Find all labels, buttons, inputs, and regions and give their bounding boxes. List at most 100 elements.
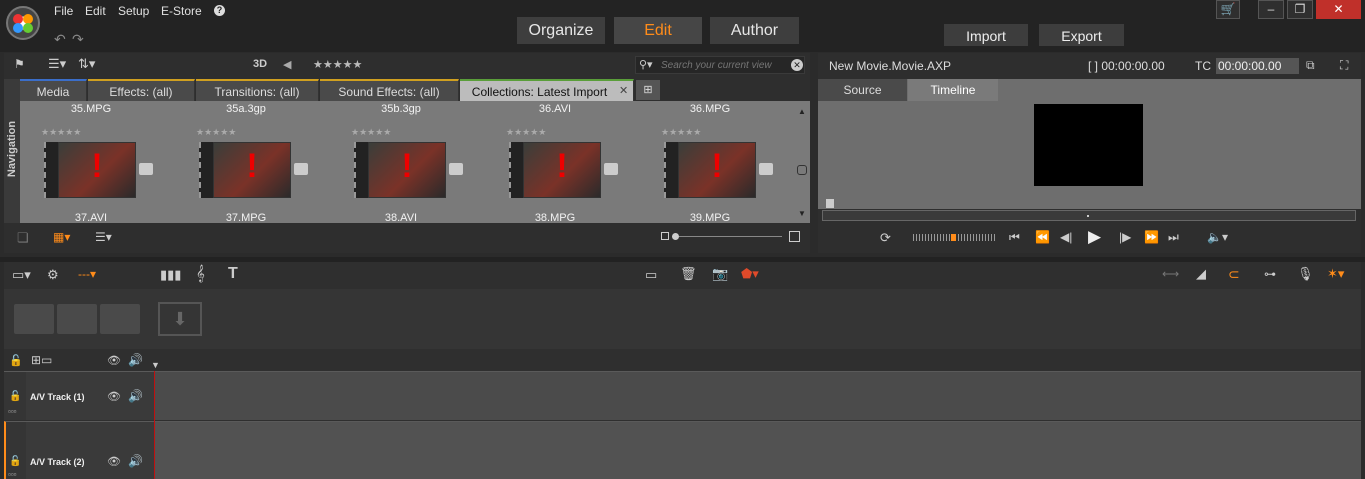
track-options-icon[interactable]: ▫▫▫ (8, 470, 17, 479)
close-button[interactable]: ✕ (1316, 0, 1361, 19)
tab-transitions[interactable]: Transitions: (all) (196, 79, 319, 101)
scorefitter-icon[interactable]: 𝄞 (196, 265, 205, 282)
folder-icon[interactable] (759, 163, 773, 175)
grid-view-icon[interactable]: ▦▾ (53, 230, 70, 244)
scrub-bar[interactable] (822, 210, 1356, 221)
author-button[interactable]: Author (710, 17, 799, 44)
menu-file[interactable]: File (54, 4, 73, 18)
title-icon[interactable]: T (228, 265, 238, 283)
clip-rating[interactable]: ★★★★★ (661, 127, 701, 138)
help-icon[interactable]: ? (214, 5, 225, 16)
magnet-icon[interactable]: ⊂ (1228, 266, 1240, 283)
shuttle-control[interactable] (913, 234, 995, 241)
snapshot-icon[interactable]: 📷 (712, 266, 728, 282)
restore-button[interactable]: ❐ (1287, 0, 1313, 19)
previous-frame-icon[interactable]: ⏪ (1035, 230, 1050, 244)
zoom-large-icon[interactable] (789, 231, 800, 242)
clip-thumbnail[interactable]: ! (199, 142, 299, 200)
lock-icon[interactable]: 🔓 (9, 456, 21, 467)
search-input[interactable] (661, 58, 786, 72)
scroll-thumb[interactable] (797, 165, 807, 175)
go-to-start-icon[interactable]: ⏮ (1009, 230, 1020, 245)
folder-icon[interactable] (294, 163, 308, 175)
lock-icon[interactable]: 🔓 (9, 391, 21, 402)
clip-rating[interactable]: ★★★★★ (41, 127, 81, 138)
close-tab-icon[interactable]: ✕ (619, 84, 628, 97)
clear-search-icon[interactable]: ✕ (791, 59, 803, 71)
add-tab-icon[interactable]: ⊞ (636, 80, 660, 100)
tab-timeline[interactable]: Timeline (908, 79, 998, 101)
gear-icon[interactable]: ⚙ (47, 267, 59, 283)
trash-icon[interactable]: 🗑 (680, 266, 697, 282)
storyboard-slot[interactable] (57, 304, 97, 334)
folder-icon[interactable] (139, 163, 153, 175)
clip-rating[interactable]: ★★★★★ (351, 127, 391, 138)
eye-icon[interactable]: 👁 (107, 390, 121, 403)
storyboard-slot[interactable] (100, 304, 140, 334)
track-row[interactable] (4, 421, 1361, 479)
zoom-slider[interactable] (672, 236, 782, 237)
marker-icon[interactable]: ⬟▾ (741, 266, 759, 282)
undo-icon[interactable]: ↶ (54, 31, 66, 48)
volume-icon[interactable]: 🔈▾ (1207, 230, 1228, 244)
audio-all-icon[interactable]: 🔊 (128, 353, 143, 367)
playhead-handle[interactable]: ▼ (151, 360, 160, 370)
tab-source[interactable]: Source (818, 79, 907, 101)
split-icon[interactable]: ⟷ (1162, 267, 1179, 281)
clip-thumbnail[interactable]: ! (44, 142, 144, 200)
zoom-slider-handle[interactable] (672, 233, 679, 240)
step-back-icon[interactable]: ◀| (1060, 230, 1072, 244)
menu-setup[interactable]: Setup (118, 4, 149, 18)
clip-thumbnail[interactable]: ! (664, 142, 764, 200)
tag-icon[interactable]: ⚑ (14, 57, 25, 71)
play-icon[interactable]: ▶ (1088, 227, 1101, 247)
tab-sound-effects[interactable]: Sound Effects: (all) (320, 79, 459, 101)
cart-icon[interactable]: 🛒 (1216, 0, 1240, 19)
dynamic-length-icon[interactable]: ⊶ (1264, 267, 1276, 281)
panel-divider[interactable] (0, 257, 1365, 262)
track-options-icon[interactable]: ▫▫▫ (8, 407, 17, 416)
tab-collections[interactable]: Collections: Latest Import (460, 79, 634, 101)
redo-icon[interactable]: ↷ (72, 31, 84, 48)
storyboard-drop-icon[interactable]: ⬇ (158, 302, 202, 336)
clip-thumbnail[interactable]: ! (354, 142, 454, 200)
navigation-sidebar[interactable]: Navigation (4, 79, 20, 223)
next-frame-icon[interactable]: ⏩ (1144, 230, 1159, 244)
lock-all-icon[interactable]: 🔓 (9, 354, 23, 367)
organize-button[interactable]: Organize (517, 17, 605, 44)
fullscreen-icon[interactable]: ⛶ (1340, 58, 1348, 73)
folder-icon[interactable] (604, 163, 618, 175)
loop-icon[interactable]: ⟳ (880, 230, 891, 246)
tab-media[interactable]: Media (20, 79, 87, 101)
tab-effects[interactable]: Effects: (all) (88, 79, 195, 101)
audio-mixer-icon[interactable]: ▮▮▮ (160, 267, 181, 283)
razor-icon[interactable]: ▭ (645, 267, 657, 283)
external-monitor-icon[interactable]: ⧉ (1306, 58, 1315, 73)
view-3d-toggle[interactable]: 3D (253, 58, 267, 70)
eye-all-icon[interactable]: 👁 (107, 354, 121, 367)
eye-icon[interactable]: 👁 (107, 455, 121, 468)
tag-filter-icon[interactable]: ◀ (283, 58, 291, 71)
voice-over-icon[interactable]: 🎙 (1297, 266, 1314, 282)
minimize-button[interactable]: – (1258, 0, 1284, 19)
export-button[interactable]: Export (1039, 24, 1124, 46)
grid-scrollbar[interactable]: ▲ ▼ (795, 101, 809, 223)
sort-icon[interactable]: ⇅▾ (78, 56, 95, 72)
rating-filter[interactable]: ★★★★★ (313, 58, 362, 71)
storyboard-slot[interactable] (14, 304, 54, 334)
speaker-icon[interactable]: 🔊 (128, 389, 143, 403)
scroll-up-icon[interactable]: ▲ (798, 107, 806, 116)
menu-estore[interactable]: E-Store (161, 4, 202, 18)
track-row[interactable] (4, 371, 1361, 420)
smart-movie-icon[interactable]: ◢ (1196, 266, 1206, 282)
edit-mode-button[interactable]: Edit (614, 17, 702, 44)
zoom-small-icon[interactable] (661, 232, 669, 240)
clip-thumbnail[interactable]: ! (509, 142, 609, 200)
magnet-options-icon[interactable]: ---▾ (78, 267, 96, 281)
go-to-end-icon[interactable]: ⏭ (1168, 230, 1179, 245)
clip-rating[interactable]: ★★★★★ (506, 127, 546, 138)
timeline-settings-icon[interactable]: ▭▾ (12, 267, 31, 283)
list-options-icon[interactable]: ☰▾ (48, 56, 66, 72)
stack-icon[interactable]: ❏ (17, 230, 29, 246)
timecode-field[interactable]: 00:00:00.00 (1216, 58, 1299, 74)
